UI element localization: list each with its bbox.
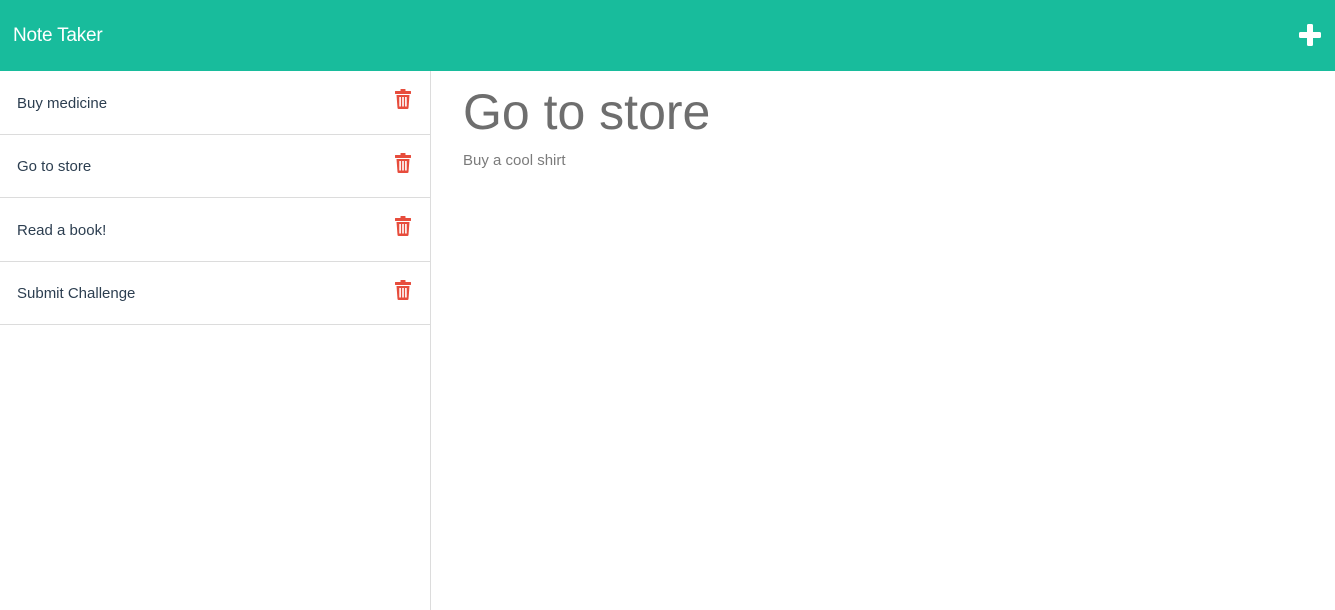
note-list-item-title: Buy medicine	[17, 94, 108, 112]
plus-icon	[1299, 23, 1321, 46]
note-list-sidebar: Buy medicine Go to store Read a book! Su…	[0, 71, 431, 610]
note-editor: Buy a cool shirt	[432, 71, 1335, 610]
delete-note-button[interactable]	[395, 216, 411, 237]
note-list-item-title: Go to store	[17, 158, 92, 176]
trash-icon	[395, 89, 411, 110]
note-list-item[interactable]: Submit Challenge	[0, 262, 430, 325]
note-list-item-title: Submit Challenge	[17, 285, 136, 303]
delete-note-button[interactable]	[395, 152, 411, 173]
trash-icon	[395, 216, 411, 237]
trash-icon	[395, 152, 411, 173]
note-body-textarea[interactable]: Buy a cool shirt	[463, 152, 1303, 552]
note-list-item-title: Read a book!	[17, 221, 107, 239]
app-title[interactable]: Note Taker	[13, 25, 103, 47]
delete-note-button[interactable]	[395, 279, 411, 300]
trash-icon	[395, 279, 411, 300]
delete-note-button[interactable]	[395, 89, 411, 110]
note-list-item[interactable]: Go to store	[0, 135, 430, 198]
note-title-input[interactable]	[463, 83, 1303, 141]
note-list: Buy medicine Go to store Read a book! Su…	[0, 71, 430, 325]
new-note-button[interactable]	[1297, 22, 1323, 48]
note-list-item[interactable]: Buy medicine	[0, 71, 430, 135]
note-list-item[interactable]: Read a book!	[0, 198, 430, 262]
navbar: Note Taker	[0, 0, 1335, 71]
